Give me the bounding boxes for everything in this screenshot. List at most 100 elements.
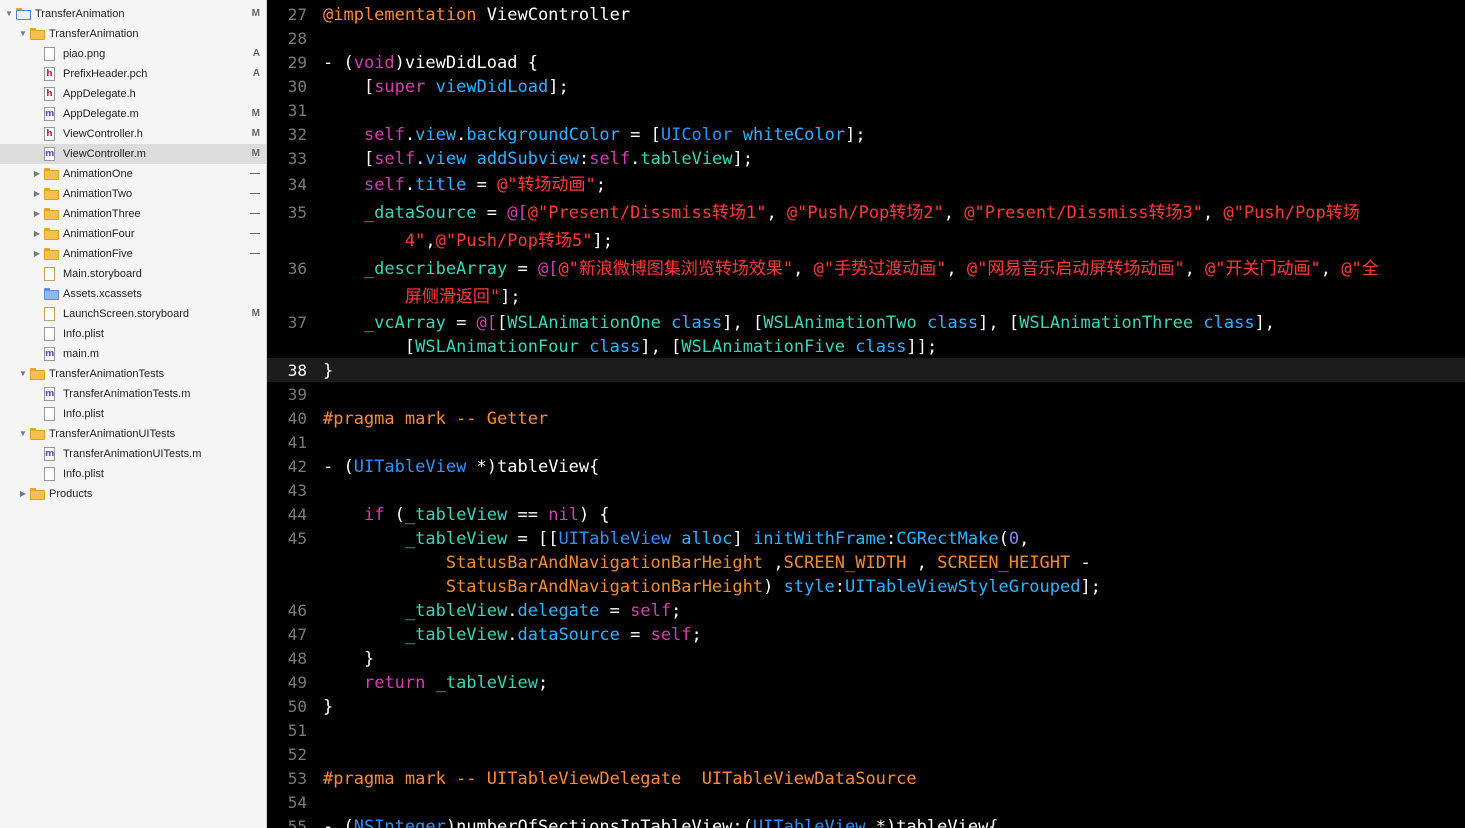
code-token: ]; bbox=[548, 77, 569, 97]
disclosure-closed-icon[interactable]: ▶ bbox=[32, 224, 42, 244]
code-line[interactable]: @implementation ViewController bbox=[323, 3, 630, 27]
navigator-group[interactable]: ▼ TransferAnimationTests bbox=[0, 364, 266, 384]
disclosure-open-icon[interactable]: ▼ bbox=[18, 424, 28, 444]
code-token: view bbox=[415, 125, 457, 145]
code-token: whiteColor bbox=[742, 125, 846, 145]
code-line[interactable]: - (UITableView *)tableView{ bbox=[323, 455, 599, 479]
line-number: 44 bbox=[287, 505, 307, 524]
code-line[interactable]: StatusBarAndNavigationBarHeight) style:U… bbox=[323, 575, 1101, 599]
line-number: 27 bbox=[287, 5, 307, 24]
code-token: self bbox=[363, 175, 405, 195]
code-token: [ bbox=[323, 149, 375, 169]
navigator-file[interactable]: h ViewController.h M bbox=[0, 124, 266, 144]
header-file-icon: h bbox=[44, 127, 55, 141]
code-line[interactable]: - (void)viewDidLoad { bbox=[323, 51, 538, 75]
navigator-file[interactable]: m TransferAnimationTests.m bbox=[0, 384, 266, 404]
navigator-file[interactable]: piao.png A bbox=[0, 44, 266, 64]
code-line[interactable]: _vcArray = @[[WSLAnimationOne class], [W… bbox=[323, 311, 1275, 335]
code-line[interactable]: [super viewDidLoad]; bbox=[323, 75, 569, 99]
navigator-file[interactable]: Info.plist bbox=[0, 464, 266, 484]
code-line[interactable]: _dataSource = @[@"Present/Dissmiss转场1", … bbox=[323, 201, 1360, 225]
disclosure-closed-icon[interactable]: ▶ bbox=[32, 244, 42, 264]
code-token: [ bbox=[497, 313, 508, 333]
navigator-group[interactable]: ▶ AnimationOne — bbox=[0, 164, 266, 184]
code-token: ] bbox=[732, 529, 753, 549]
code-token: } bbox=[323, 697, 334, 717]
code-token: [ bbox=[323, 337, 416, 357]
disclosure-open-icon[interactable]: ▼ bbox=[18, 24, 28, 44]
disclosure-open-icon[interactable]: ▼ bbox=[18, 364, 28, 384]
navigator-file[interactable]: m ViewController.m M bbox=[0, 144, 266, 164]
folder-icon bbox=[44, 228, 59, 240]
navigator-file[interactable]: Info.plist bbox=[0, 324, 266, 344]
code-token: ( bbox=[384, 505, 405, 525]
navigator-file[interactable]: m TransferAnimationUITests.m bbox=[0, 444, 266, 464]
code-token: ], [ bbox=[978, 313, 1020, 333]
code-line[interactable]: #pragma mark -- Getter bbox=[323, 407, 548, 431]
code-token: = bbox=[507, 259, 538, 279]
code-line[interactable]: self.title = @"转场动画"; bbox=[323, 173, 606, 197]
code-line[interactable]: [self.view addSubview:self.tableView]; bbox=[323, 147, 753, 171]
disclosure-closed-icon[interactable]: ▶ bbox=[32, 184, 42, 204]
code-line[interactable]: StatusBarAndNavigationBarHeight ,SCREEN_… bbox=[323, 551, 1091, 575]
navigator-item-label: ViewController.h bbox=[63, 128, 143, 140]
navigator-group[interactable]: ▼ TransferAnimation bbox=[0, 24, 266, 44]
code-editor[interactable]: 27 @implementation ViewController 28 29- (v… bbox=[267, 0, 1465, 828]
navigator-file[interactable]: h AppDelegate.h bbox=[0, 84, 266, 104]
code-line[interactable]: if (_tableView == nil) { bbox=[323, 503, 610, 527]
code-line[interactable]: [WSLAnimationFour class], [WSLAnimationF… bbox=[323, 335, 937, 359]
disclosure-closed-icon[interactable]: ▶ bbox=[32, 204, 42, 224]
source-control-status-badge: M bbox=[251, 8, 260, 19]
code-line[interactable]: 4",@"Push/Pop转场5"]; bbox=[323, 229, 613, 253]
source-control-status-badge: M bbox=[251, 308, 260, 319]
header-file-icon: h bbox=[44, 67, 55, 81]
project-icon bbox=[16, 8, 31, 20]
code-token: . bbox=[404, 175, 416, 195]
navigator-group[interactable]: ▶ AnimationFour — bbox=[0, 224, 266, 244]
navigator-file[interactable]: Info.plist bbox=[0, 404, 266, 424]
code-line[interactable]: self.view.backgroundColor = [UIColor whi… bbox=[323, 123, 866, 147]
code-line[interactable]: } bbox=[323, 359, 333, 383]
code-token: ) bbox=[763, 577, 784, 597]
file-icon bbox=[44, 327, 55, 341]
code-token: class bbox=[855, 337, 907, 357]
navigator-file[interactable]: m main.m bbox=[0, 344, 266, 364]
code-token: ], bbox=[1254, 313, 1276, 333]
navigator-group[interactable]: ▶ AnimationThree — bbox=[0, 204, 266, 224]
code-token: - ( bbox=[323, 53, 354, 73]
code-line[interactable]: _tableView.dataSource = self; bbox=[323, 623, 702, 647]
code-line[interactable]: _tableView.delegate = self; bbox=[323, 599, 681, 623]
navigator-group[interactable]: ▼ TransferAnimation M bbox=[0, 4, 266, 24]
code-line[interactable]: #pragma mark -- UITableViewDelegate UITa… bbox=[323, 767, 917, 791]
navigator-group[interactable]: ▼ TransferAnimationUITests bbox=[0, 424, 266, 444]
disclosure-open-icon[interactable]: ▼ bbox=[4, 4, 14, 24]
code-token: : bbox=[834, 577, 846, 597]
navigator-file[interactable]: LaunchScreen.storyboard M bbox=[0, 304, 266, 324]
navigator-group[interactable]: ▶ AnimationFive — bbox=[0, 244, 266, 264]
code-token: , bbox=[946, 259, 967, 279]
code-line[interactable]: } bbox=[323, 695, 333, 719]
navigator-file[interactable]: m AppDelegate.m M bbox=[0, 104, 266, 124]
navigator-item-label: Products bbox=[49, 488, 93, 500]
code-line[interactable]: return _tableView; bbox=[323, 671, 548, 695]
code-line[interactable]: } bbox=[323, 647, 374, 671]
line-number: 39 bbox=[287, 385, 307, 404]
disclosure-closed-icon[interactable]: ▶ bbox=[32, 164, 42, 184]
code-line[interactable]: _describeArray = @[@"新浪微博图集浏览转场效果", @"手势… bbox=[323, 257, 1379, 281]
line-number: 45 bbox=[287, 529, 307, 548]
navigator-file[interactable]: h PrefixHeader.pch A bbox=[0, 64, 266, 84]
file-icon bbox=[44, 467, 55, 481]
navigator-group[interactable]: ▶ AnimationTwo — bbox=[0, 184, 266, 204]
navigator-file[interactable]: Assets.xcassets bbox=[0, 284, 266, 304]
navigator-file[interactable]: Main.storyboard bbox=[0, 264, 266, 284]
code-token: @[ bbox=[537, 259, 559, 279]
code-line[interactable]: - (NSInteger)numberOfSectionsInTableView… bbox=[323, 815, 999, 828]
navigator-group[interactable]: ▶ Products bbox=[0, 484, 266, 504]
code-token: @"Push/Pop转场2" bbox=[786, 203, 944, 223]
disclosure-closed-icon[interactable]: ▶ bbox=[18, 484, 28, 504]
navigator-item-label: TransferAnimationTests.m bbox=[63, 388, 191, 400]
code-line[interactable]: 屏侧滑返回"]; bbox=[323, 285, 521, 309]
code-line[interactable]: _tableView = [[UITableView alloc] initWi… bbox=[323, 527, 1029, 551]
